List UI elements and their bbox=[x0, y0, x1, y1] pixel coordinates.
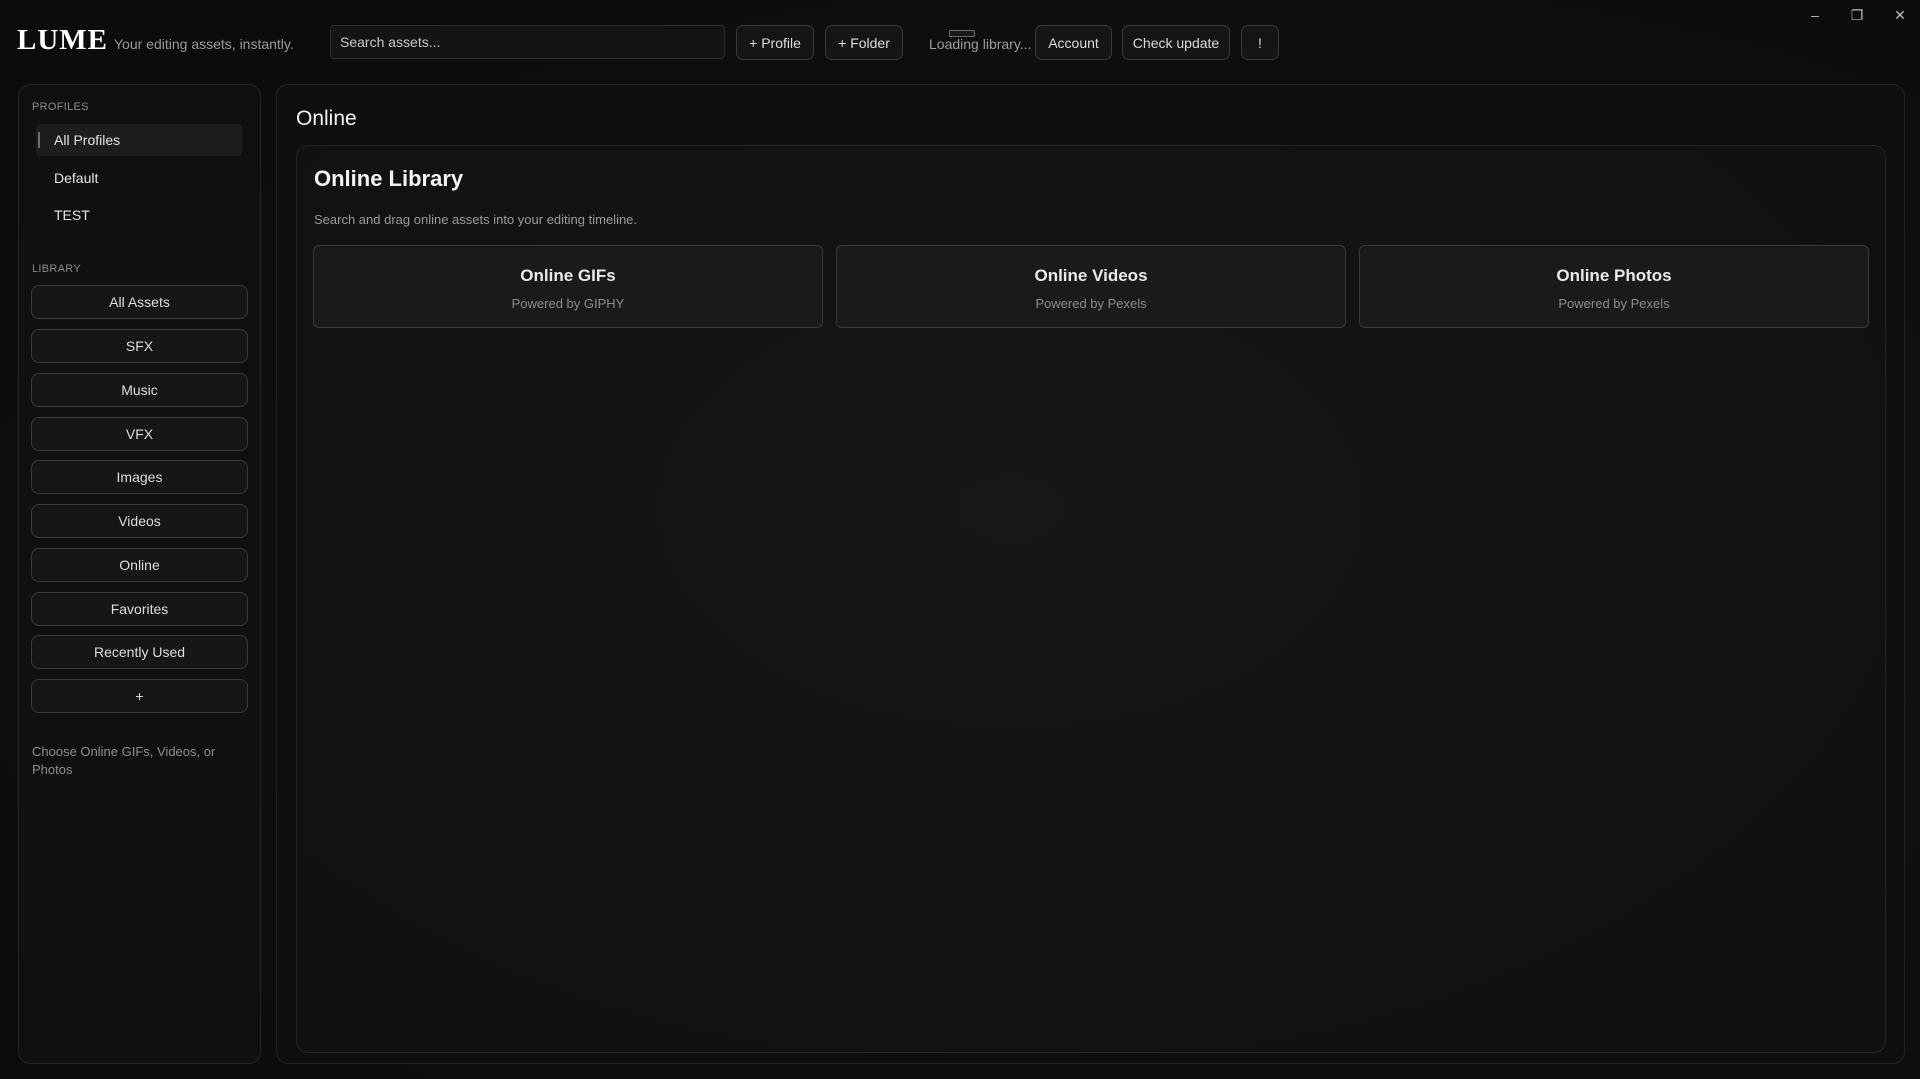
library-images-button[interactable]: Images bbox=[31, 460, 248, 494]
app-tagline: Your editing assets, instantly. bbox=[114, 36, 294, 52]
card-title: Online Photos bbox=[1556, 266, 1672, 285]
card-title: Online Videos bbox=[1034, 266, 1148, 285]
panel-title: Online Library bbox=[314, 166, 464, 191]
main-content: Online Online Library Search and drag on… bbox=[276, 84, 1905, 1064]
add-profile-button[interactable]: + Profile bbox=[736, 25, 814, 60]
profile-item-test[interactable]: TEST bbox=[36, 199, 242, 231]
alert-button[interactable]: ! bbox=[1241, 25, 1279, 60]
minimize-icon[interactable]: – bbox=[1798, 4, 1832, 26]
library-sfx-button[interactable]: SFX bbox=[31, 329, 248, 363]
online-videos-card[interactable]: Online Videos Powered by Pexels bbox=[836, 245, 1346, 328]
panel-description: Search and drag online assets into your … bbox=[314, 212, 638, 227]
check-update-button[interactable]: Check update bbox=[1122, 25, 1230, 60]
add-folder-button[interactable]: + Folder bbox=[825, 25, 903, 60]
library-status: Loading library... bbox=[929, 36, 1032, 52]
profiles-section-label: PROFILES bbox=[32, 101, 89, 113]
account-button[interactable]: Account bbox=[1035, 25, 1112, 60]
top-bar: LUME Your editing assets, instantly. + P… bbox=[0, 0, 1920, 80]
online-library-panel: Online Library Search and drag online as… bbox=[296, 145, 1886, 1053]
sidebar-hint: Choose Online GIFs, Videos, or Photos bbox=[32, 744, 216, 777]
library-videos-button[interactable]: Videos bbox=[31, 504, 248, 538]
card-subtitle: Powered by Pexels bbox=[1558, 296, 1670, 311]
card-subtitle: Powered by GIPHY bbox=[511, 296, 625, 311]
library-vfx-button[interactable]: VFX bbox=[31, 417, 248, 451]
library-all-assets-button[interactable]: All Assets bbox=[31, 285, 248, 319]
page-title: Online bbox=[296, 107, 357, 130]
card-title: Online GIFs bbox=[520, 266, 616, 285]
online-gifs-card[interactable]: Online GIFs Powered by GIPHY bbox=[313, 245, 823, 328]
close-icon[interactable]: ✕ bbox=[1883, 4, 1917, 26]
profile-item-default[interactable]: Default bbox=[36, 162, 242, 194]
library-online-button[interactable]: Online bbox=[31, 548, 248, 582]
library-section-label: LIBRARY bbox=[32, 263, 81, 275]
library-music-button[interactable]: Music bbox=[31, 373, 248, 407]
library-favorites-button[interactable]: Favorites bbox=[31, 592, 248, 626]
card-subtitle: Powered by Pexels bbox=[1035, 296, 1147, 311]
search-input[interactable] bbox=[330, 25, 725, 59]
library-recently-used-button[interactable]: Recently Used bbox=[31, 635, 248, 669]
app-logo: LUME bbox=[17, 24, 108, 56]
sidebar: PROFILES All Profiles Default TEST LIBRA… bbox=[18, 84, 261, 1064]
maximize-icon[interactable]: ❐ bbox=[1840, 4, 1874, 26]
profile-item-all-profiles[interactable]: All Profiles bbox=[36, 124, 242, 156]
online-photos-card[interactable]: Online Photos Powered by Pexels bbox=[1359, 245, 1869, 328]
app-window: LUME Your editing assets, instantly. + P… bbox=[0, 0, 1920, 1079]
add-library-button[interactable]: + bbox=[31, 679, 248, 713]
